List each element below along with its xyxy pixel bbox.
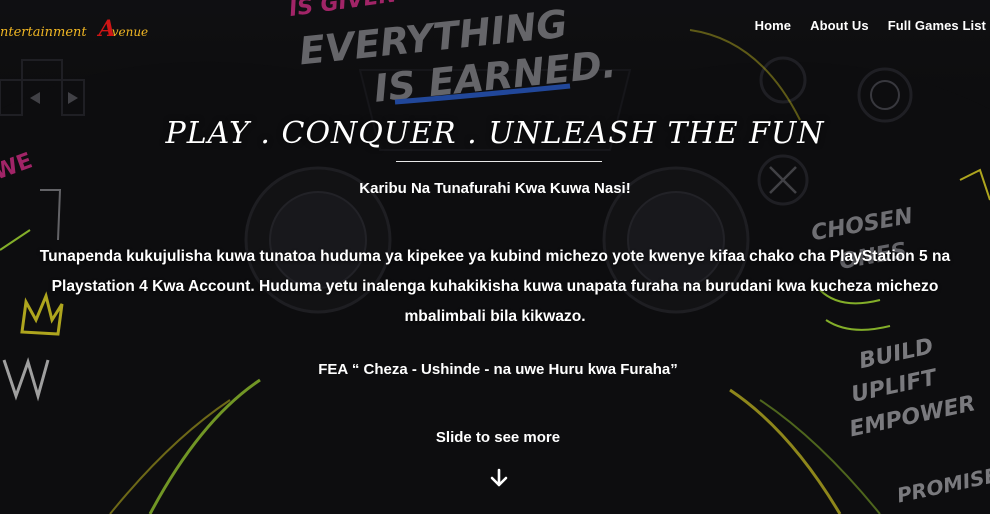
nav-home-link[interactable]: Home bbox=[755, 18, 792, 33]
headline-divider bbox=[396, 161, 602, 162]
hero-headline: PLAY . CONQUER . UNLEASH THE FUN bbox=[165, 116, 825, 151]
logo-text-entertainment: ntertainment bbox=[0, 25, 87, 40]
site-logo[interactable]: ntertainment A venue bbox=[0, 16, 148, 46]
logo-text-venue: venue bbox=[111, 25, 149, 39]
welcome-text: Karibu Na Tunafurahi Kwa Kuwa Nasi! bbox=[359, 180, 631, 197]
motto-text: FEA “ Cheza - Ushinde - na uwe Huru kwa … bbox=[318, 361, 678, 378]
arrow-down-icon[interactable] bbox=[489, 467, 509, 489]
hero-description: Tunapenda kukujulisha kuwa tunatoa hudum… bbox=[39, 248, 951, 325]
slide-to-see-more-text[interactable]: Slide to see more bbox=[0, 429, 990, 446]
nav-full-games-list-link[interactable]: Full Games List bbox=[888, 18, 986, 33]
main-nav: Home About Us Full Games List bbox=[755, 18, 986, 33]
nav-about-us-link[interactable]: About Us bbox=[810, 18, 869, 33]
